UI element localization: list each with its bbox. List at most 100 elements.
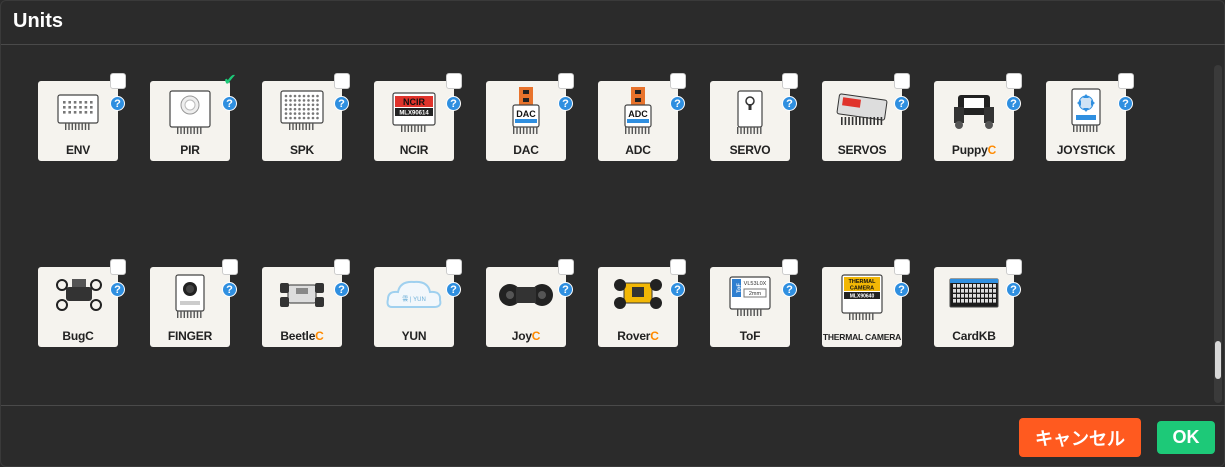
unit-card-spk[interactable]: SPK [262,81,342,161]
puppyc-help-icon[interactable]: ? [1006,96,1021,111]
unit-card-pir[interactable]: PIR [150,81,230,161]
dac-help-icon[interactable]: ? [558,96,573,111]
unit-label-text: YUN [401,329,427,343]
yun-help-icon[interactable]: ? [446,282,461,297]
svg-text:CAMERA: CAMERA [850,286,874,292]
unit-label: SPK [262,143,342,157]
unit-card-adc[interactable]: ADC ADC [598,81,678,161]
roverc-checkbox[interactable] [670,259,686,275]
servo-checkbox[interactable] [782,73,798,89]
unit-label-text: NCIR [399,143,429,157]
dac-checkbox[interactable] [558,73,574,89]
bugc-help-icon[interactable]: ? [110,282,125,297]
unit-card-thermal-camera[interactable]: THERMAL CAMERA MLX90640 THERMAL CAMERA [822,267,902,347]
pir-checkmark-icon[interactable]: ✔ [222,73,238,89]
unit-card-servo[interactable]: SERVO [710,81,790,161]
unit-card-ncir[interactable]: NCIR MLX90614 NCIR [374,81,454,161]
unit-card-joyc[interactable]: JoyC [486,267,566,347]
unit-card-cardkb[interactable]: CardKB [934,267,1014,347]
unit-card-tof[interactable]: ToF VL53L0X 2mm ToF [710,267,790,347]
thermal-camera-thumbnail: THERMAL CAMERA MLX90640 [832,273,892,323]
pir-help-icon[interactable]: ? [222,96,237,111]
unit-label-text: Rover [617,329,651,343]
unit-label-text: SPK [289,143,315,157]
unit-label-text: BugC [62,329,94,343]
cancel-button[interactable]: キャンセル [1019,418,1141,457]
finger-help-icon[interactable]: ? [222,282,237,297]
svg-text:VL53L0X: VL53L0X [744,281,767,287]
unit-card-joystick[interactable]: JOYSTICK [1046,81,1126,161]
unit-label-accent: C [315,329,324,343]
bugc-thumbnail [48,273,108,323]
unit-card-beetlec[interactable]: BeetleC [262,267,342,347]
unit-card-finger[interactable]: FINGER [150,267,230,347]
scrollbar-thumb[interactable] [1215,341,1221,379]
yun-thumbnail: 雲 | YUN [384,273,444,323]
unit-label-text: PIR [180,143,200,157]
unit-card-puppyc[interactable]: PuppyC [934,81,1014,161]
adc-checkbox[interactable] [670,73,686,89]
finger-thumbnail [160,273,220,323]
ncir-help-icon[interactable]: ? [446,96,461,111]
unit-label: RoverC [598,329,678,343]
pir-thumbnail [160,87,220,137]
servo-help-icon[interactable]: ? [782,96,797,111]
unit-label-accent: C [531,329,541,343]
joystick-help-icon[interactable]: ? [1118,96,1133,111]
joyc-help-icon[interactable]: ? [558,282,573,297]
beetlec-checkbox[interactable] [334,259,350,275]
svg-text:2mm: 2mm [749,291,762,297]
env-help-icon[interactable]: ? [110,96,125,111]
unit-card-bugc[interactable]: BugC [38,267,118,347]
servos-help-icon[interactable]: ? [894,96,909,111]
svg-text:ADC: ADC [628,109,648,119]
svg-text:DAC: DAC [516,109,536,119]
ok-button[interactable]: OK [1157,421,1215,454]
joyc-checkbox[interactable] [558,259,574,275]
cardkb-help-icon[interactable]: ? [1006,282,1021,297]
spk-checkbox[interactable] [334,73,350,89]
unit-label-accent: C [987,143,997,157]
unit-label: THERMAL CAMERA [822,332,902,342]
unit-label-text: CardKB [952,329,996,343]
servo-thumbnail [720,87,780,137]
roverc-thumbnail [608,273,668,323]
unit-card-yun[interactable]: 雲 | YUN YUN [374,267,454,347]
unit-card-roverc[interactable]: RoverC [598,267,678,347]
ncir-checkbox[interactable] [446,73,462,89]
bugc-checkbox[interactable] [110,259,126,275]
unit-label: SERVO [710,143,790,157]
env-thumbnail [48,87,108,137]
beetlec-thumbnail [272,273,332,323]
spk-help-icon[interactable]: ? [334,96,349,111]
adc-help-icon[interactable]: ? [670,96,685,111]
unit-card-env[interactable]: ENV [38,81,118,161]
unit-label-text: SERVOS [837,143,887,157]
cardkb-thumbnail [944,273,1004,323]
puppyc-checkbox[interactable] [1006,73,1022,89]
beetlec-help-icon[interactable]: ? [334,282,349,297]
dac-thumbnail: DAC [496,87,556,137]
unit-label-text: ENV [65,143,91,157]
unit-label: BeetleC [262,329,342,343]
scrollbar[interactable] [1214,65,1222,403]
unit-label-text: ToF [739,329,761,343]
roverc-help-icon[interactable]: ? [670,282,685,297]
svg-text:MLX90614: MLX90614 [399,111,429,117]
tof-checkbox[interactable] [782,259,798,275]
cardkb-checkbox[interactable] [1006,259,1022,275]
spk-thumbnail [272,87,332,137]
units-dialog: Units ENV? PIR ✔? SPK? NCIR MLX90614 NCIR? DAC D… [0,0,1225,467]
servos-checkbox[interactable] [894,73,910,89]
tof-help-icon[interactable]: ? [782,282,797,297]
thermal-camera-help-icon[interactable]: ? [894,282,909,297]
svg-text:ToF: ToF [737,283,743,293]
yun-checkbox[interactable] [446,259,462,275]
puppyc-thumbnail [944,87,1004,137]
finger-checkbox[interactable] [222,259,238,275]
unit-card-servos[interactable]: SERVOS [822,81,902,161]
joystick-checkbox[interactable] [1118,73,1134,89]
unit-card-dac[interactable]: DAC DAC [486,81,566,161]
env-checkbox[interactable] [110,73,126,89]
thermal-camera-checkbox[interactable] [894,259,910,275]
